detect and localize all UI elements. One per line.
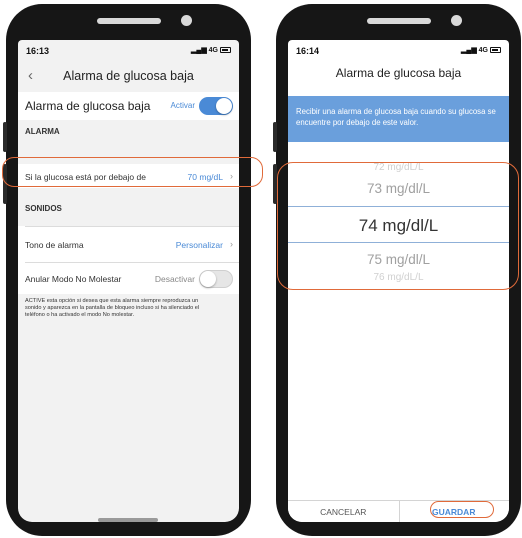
dnd-toggle[interactable]: [199, 270, 233, 288]
page-title: Alarma de glucosa baja: [335, 66, 462, 80]
divider: [25, 262, 239, 263]
signal-indicator: ▂▄▆ 4G: [461, 46, 501, 54]
dnd-note: ACTIVE esta opción si desea que esta ala…: [25, 298, 200, 319]
sounds-section-header-row: SONIDOS: [18, 188, 239, 216]
battery-icon: [490, 47, 501, 54]
divider: [25, 226, 239, 227]
main-toggle-row[interactable]: Alarma de glucosa baja Activar: [18, 92, 239, 120]
dnd-state: Desactivar: [154, 274, 195, 284]
battery-icon: [220, 47, 231, 54]
tone-value: Personalizar: [175, 240, 223, 250]
toggle-knob: [216, 98, 232, 114]
sounds-section-header: SONIDOS: [25, 204, 62, 213]
phone-camera: [450, 15, 462, 26]
dnd-label: Anular Modo No Molestar: [25, 274, 122, 284]
status-bar: 16:14 ▂▄▆ 4G: [288, 40, 509, 58]
signal-indicator: ▂▄▆ 4G: [191, 46, 231, 54]
main-toggle-state: Activar: [170, 101, 195, 110]
network-label: 4G: [208, 47, 218, 54]
cancel-button[interactable]: CANCELAR: [288, 507, 399, 517]
threshold-highlight: [2, 157, 263, 187]
status-bar: 16:13 ▂▄▆ 4G: [18, 40, 239, 58]
save-highlight: [430, 501, 494, 518]
main-toggle-label: Alarma de glucosa baja: [25, 99, 151, 113]
status-time: 16:13: [26, 46, 50, 56]
phone-side-button: [3, 122, 7, 152]
nav-bar: ‹ Alarma de glucosa baja: [18, 66, 239, 88]
phone-side-button: [273, 122, 277, 152]
dnd-row[interactable]: Anular Modo No Molestar Desactivar: [18, 262, 239, 294]
main-alarm-toggle[interactable]: [199, 97, 233, 115]
settings-screen: 16:13 ▂▄▆ 4G ‹ Alarma de glucosa baja Al…: [18, 40, 239, 522]
phone-left: 16:13 ▂▄▆ 4G ‹ Alarma de glucosa baja Al…: [3, 4, 251, 536]
alarm-section-header-row: ALARMA: [18, 120, 239, 142]
phone-speaker: [366, 18, 431, 24]
chevron-right-icon: ›: [230, 239, 233, 249]
toggle-knob: [200, 271, 216, 287]
status-time: 16:14: [296, 46, 320, 56]
network-label: 4G: [478, 47, 488, 54]
picker-highlight: [277, 162, 519, 290]
alarm-section-header: ALARMA: [25, 127, 60, 136]
tone-label: Tono de alarma: [25, 240, 84, 250]
home-indicator: [98, 518, 158, 522]
info-banner: Recibir una alarma de glucosa baja cuand…: [288, 96, 509, 142]
back-chevron-icon[interactable]: ‹: [28, 67, 33, 84]
phone-speaker: [96, 18, 161, 24]
page-title: Alarma de glucosa baja: [63, 69, 194, 83]
tone-row[interactable]: Tono de alarma Personalizar ›: [18, 226, 239, 262]
phone-camera: [180, 15, 192, 26]
